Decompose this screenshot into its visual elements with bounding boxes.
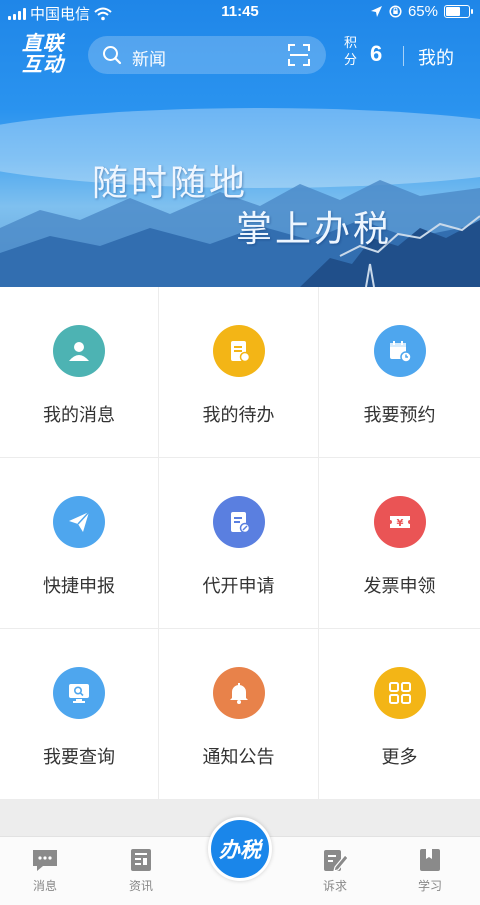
battery-level [446,7,460,16]
document-icon [212,325,265,377]
search-input[interactable]: 新闻 [132,45,166,70]
battery-percent: 65% [407,3,438,20]
tab-messages[interactable]: 消息 [15,847,75,894]
calendar-clock-icon [373,325,426,377]
menu-label: 我的待办 [202,405,275,425]
menu-item-proxy-apply[interactable]: 代开申请 [159,458,319,629]
status-bar: 中国电信 11:45 65% [0,0,480,24]
bell-icon [212,667,265,719]
paper-plane-icon [53,496,105,548]
chat-icon [33,850,57,871]
menu-item-notice[interactable]: 通知公告 [159,629,319,800]
menu-item-appointment[interactable]: 我要预约 [319,287,480,458]
monitor-search-icon [53,667,105,719]
banner-slogan-2: 掌上办税 [236,209,393,250]
menu-item-invoice-claim[interactable]: ¥ 发票申领 [319,458,480,629]
menu-item-more[interactable]: 更多 [319,629,480,800]
rotation-lock-icon [389,5,402,18]
banner[interactable]: 随时随地 掌上办税 [0,88,480,287]
banner-slogan-1: 随时随地 [92,163,249,204]
handle-tax-button[interactable]: 办税 [208,817,272,881]
book-icon [420,849,440,871]
tab-news[interactable]: 资讯 [111,847,171,894]
menu-label: 更多 [381,747,418,767]
menu-item-query[interactable]: 我要查询 [0,629,159,800]
header-area: 中国电信 11:45 65% 直联 互动 新闻 积分 6 我的 随时随地 掌上办… [0,0,480,287]
menu-label: 通知公告 [202,747,275,767]
menu-label: 我要查询 [43,747,115,767]
invoice-yuan-icon: ¥ [373,496,426,548]
menu-label: 代开申请 [202,576,275,596]
menu-item-quick-declare[interactable]: 快捷申报 [0,458,159,629]
menu-label: 我的消息 [43,405,115,425]
points-label: 积分 [344,35,358,67]
menu-label: 发票申领 [363,576,436,596]
menu-item-my-messages[interactable]: 我的消息 [0,287,159,458]
user-icon [53,325,105,377]
svg-text:¥: ¥ [396,518,403,529]
mine-button[interactable]: 我的 [418,44,454,70]
menu-label: 快捷申报 [43,576,115,596]
menu-item-my-todo[interactable]: 我的待办 [159,287,319,458]
battery-icon [444,5,473,18]
menu-label: 我要预约 [363,405,436,425]
top-nav: 直联 互动 新闻 积分 6 我的 [0,32,480,80]
grid-icon [373,667,426,719]
header-divider [403,46,404,66]
scan-icon[interactable] [288,44,310,66]
tab-bar: 消息 资讯 办税 诉求 学习 [0,817,480,905]
edit-icon [324,850,349,872]
app-logo: 直联 互动 [22,33,64,76]
document-edit-icon [212,496,265,548]
tab-learn[interactable]: 学习 [400,847,460,894]
service-grid: 我的消息 我的待办 我要预约 快捷申报 代开申请 ¥ 发票申领 我要查询 通知公… [0,287,480,800]
news-icon [131,849,151,871]
search-bar[interactable]: 新闻 [88,36,326,74]
points-value[interactable]: 6 [370,41,382,67]
tab-appeal[interactable]: 诉求 [305,847,365,894]
search-icon [103,46,122,65]
location-arrow-icon [370,6,382,17]
